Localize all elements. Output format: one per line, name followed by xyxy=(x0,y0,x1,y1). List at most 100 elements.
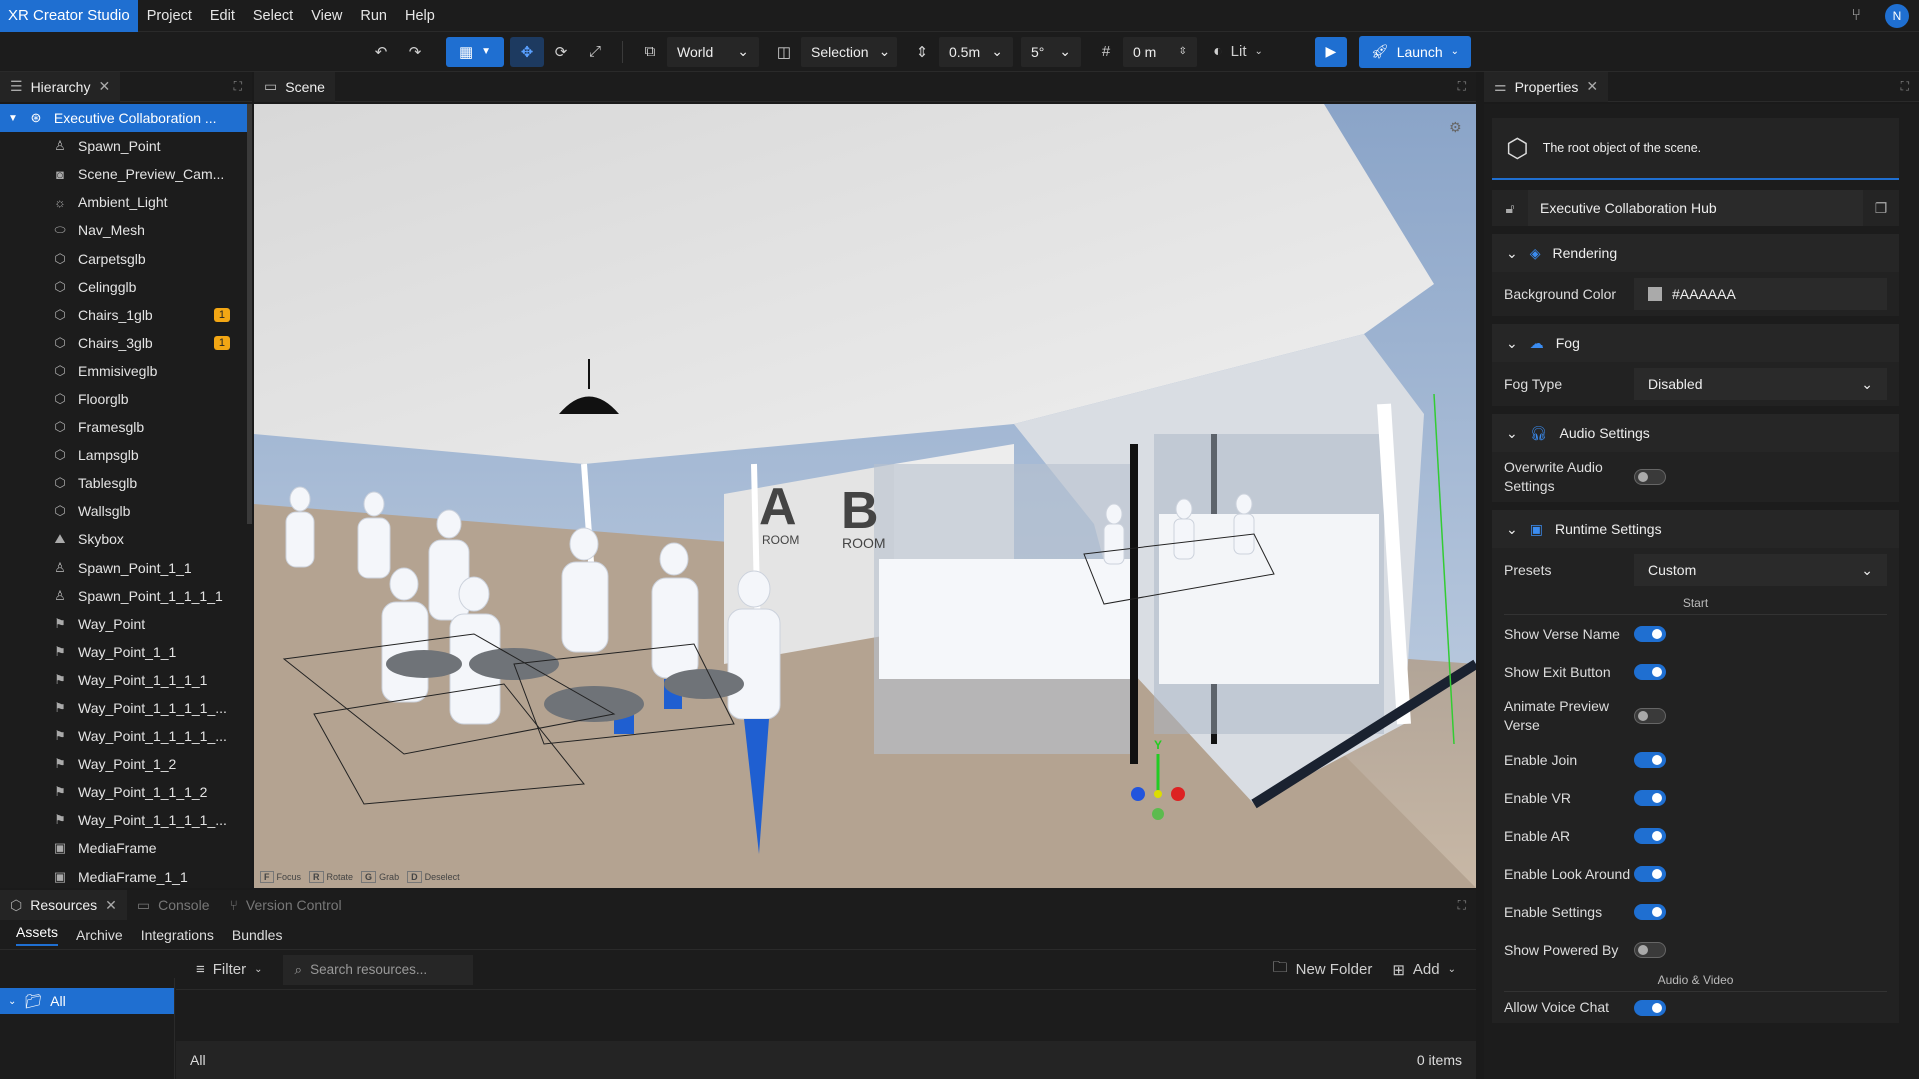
hierarchy-item[interactable]: ⬡ Chairs_3glb 1 xyxy=(0,329,252,357)
maximize-icon[interactable]: ⛶ xyxy=(1458,898,1466,913)
object-name-input[interactable]: Executive Collaboration Hub xyxy=(1528,190,1863,226)
runtime-toggle-switch[interactable] xyxy=(1634,664,1666,680)
new-folder-button[interactable]: 🗀︎ New Folder xyxy=(1273,957,1373,982)
section-fog-header[interactable]: ⌄ ☁ Fog xyxy=(1492,324,1899,362)
hierarchy-item[interactable]: ⬡ Floorglb xyxy=(0,385,252,413)
hierarchy-item[interactable]: ⬡ Tablesglb xyxy=(0,469,252,497)
hierarchy-item[interactable]: ⚑ Way_Point_1_1_1_1_... xyxy=(0,722,252,750)
hierarchy-item[interactable]: ♙ Spawn_Point_1_1 xyxy=(0,554,252,582)
section-rendering-header[interactable]: ⌄ ◈ Rendering xyxy=(1492,234,1899,272)
menu-help[interactable]: Help xyxy=(396,8,444,24)
hierarchy-item[interactable]: ♙ Spawn_Point_1_1_1_1 xyxy=(0,582,252,610)
lock-icon[interactable]: 🔓︎ xyxy=(1492,200,1528,217)
fog-type-select[interactable]: Disabled ⌄ xyxy=(1634,368,1887,400)
folder-all[interactable]: ⌄ 📁︎ All xyxy=(0,988,174,1014)
hierarchy-item[interactable]: ⚑ Way_Point_1_1_1_2 xyxy=(0,778,252,806)
hierarchy-item[interactable]: ♙ Spawn_Point xyxy=(0,132,252,160)
scene-viewport[interactable]: A ROOM B ROOM ⚙ Y F Focus R Rotate G Gra… xyxy=(254,104,1476,888)
hierarchy-item[interactable]: ⬭ Nav_Mesh xyxy=(0,216,252,244)
menu-view[interactable]: View xyxy=(302,8,351,24)
maximize-icon[interactable]: ⛶ xyxy=(1458,79,1466,94)
space-select[interactable]: World ⌄ xyxy=(667,36,759,67)
pivot-select[interactable]: Selection ⌄ xyxy=(801,36,897,67)
lighting-select[interactable]: ◐ Lit ⌄ xyxy=(1213,43,1263,61)
launch-button[interactable]: 🚀︎ Launch ⌄ xyxy=(1358,35,1472,68)
hierarchy-item[interactable]: ⬡ Emmisiveglb xyxy=(0,357,252,385)
runtime-toggle-switch[interactable] xyxy=(1634,790,1666,806)
hierarchy-item[interactable]: ▣ MediaFrame xyxy=(0,834,252,862)
tab-console[interactable]: ▭ Console xyxy=(127,890,220,920)
tab-properties[interactable]: ⚌ Properties ✕ xyxy=(1484,71,1609,102)
snap-distance-select[interactable]: 0.5m ⌄ xyxy=(939,36,1013,67)
tab-resources[interactable]: ⬡ Resources ✕ xyxy=(0,890,127,920)
rotate-icon[interactable]: ⟳ xyxy=(544,37,578,67)
maximize-icon[interactable]: ⛶ xyxy=(234,79,242,94)
runtime-toggle-switch[interactable] xyxy=(1634,942,1666,958)
hierarchy-item[interactable]: ⚑ Way_Point_1_1 xyxy=(0,638,252,666)
overwrite-audio-toggle[interactable] xyxy=(1634,469,1666,485)
warning-badge[interactable]: 1 xyxy=(213,335,230,350)
chevron-down-icon[interactable]: ▼ xyxy=(8,113,18,124)
subtab-archive[interactable]: Archive xyxy=(76,927,123,943)
background-color-picker[interactable]: #AAAAAA xyxy=(1634,278,1887,310)
subtab-integrations[interactable]: Integrations xyxy=(141,927,214,943)
menu-select[interactable]: Select xyxy=(244,8,302,24)
voice-chat-toggle[interactable] xyxy=(1634,999,1666,1016)
search-resources-input[interactable]: ⌕ Search resources... xyxy=(282,954,473,985)
scene-render[interactable]: A ROOM B ROOM ⚙ Y xyxy=(254,104,1476,888)
move-icon[interactable]: ✥ xyxy=(510,36,544,67)
hierarchy-item[interactable]: ⬡ Celingglb xyxy=(0,273,252,301)
tab-hierarchy[interactable]: ☰ Hierarchy ✕ xyxy=(0,71,121,102)
hierarchy-item[interactable]: ⚑ Way_Point xyxy=(0,610,252,638)
runtime-toggle-switch[interactable] xyxy=(1634,828,1666,844)
hierarchy-item[interactable]: ⬡ Framesglb xyxy=(0,413,252,441)
user-avatar[interactable]: N xyxy=(1885,3,1909,28)
warning-badge[interactable]: 1 xyxy=(213,307,230,322)
section-audio-header[interactable]: ⌄ 🎧︎ Audio Settings xyxy=(1492,414,1899,452)
hierarchy-item[interactable]: ☼ Ambient_Light xyxy=(0,188,252,216)
hierarchy-item[interactable]: ⚑ Way_Point_1_1_1_1_... xyxy=(0,806,252,834)
scale-icon[interactable]: ⤢ xyxy=(578,37,612,67)
subtab-bundles[interactable]: Bundles xyxy=(232,927,283,943)
copy-icon[interactable]: ❐ xyxy=(1863,200,1899,217)
branch-icon[interactable]: ⑂ xyxy=(1851,7,1861,25)
hierarchy-item[interactable]: ⬡ Lampsglb xyxy=(0,441,252,469)
app-brand[interactable]: XR Creator Studio xyxy=(0,0,138,32)
hierarchy-item[interactable]: ⚑ Way_Point_1_2 xyxy=(0,750,252,778)
runtime-toggle-switch[interactable] xyxy=(1634,752,1666,768)
runtime-toggle-switch[interactable] xyxy=(1634,626,1666,642)
grid-height-input[interactable]: 0 m ⇳ xyxy=(1123,36,1197,67)
hierarchy-item[interactable]: ⚑ Way_Point_1_1_1_1 xyxy=(0,666,252,694)
viewport-settings-icon[interactable]: ⚙ xyxy=(1449,120,1462,136)
hierarchy-root[interactable]: ▼ ⊛ Executive Collaboration ... xyxy=(0,104,252,133)
close-icon[interactable]: ✕ xyxy=(1586,78,1598,95)
close-icon[interactable]: ✕ xyxy=(98,78,110,95)
play-button[interactable]: ▶ xyxy=(1314,36,1347,67)
section-runtime-header[interactable]: ⌄ ▣ Runtime Settings xyxy=(1492,510,1899,548)
hierarchy-item[interactable]: ⛰ Skybox xyxy=(0,525,252,553)
menu-run[interactable]: Run xyxy=(351,8,396,24)
tab-version-control[interactable]: ⑂ Version Control xyxy=(220,890,352,920)
subtab-assets[interactable]: Assets xyxy=(16,924,59,946)
hierarchy-item[interactable]: ⬡ Wallsglb xyxy=(0,497,252,525)
menu-edit[interactable]: Edit xyxy=(201,8,244,24)
runtime-toggle-switch[interactable] xyxy=(1634,904,1666,920)
close-icon[interactable]: ✕ xyxy=(105,897,117,914)
redo-icon[interactable]: ↷ xyxy=(398,37,432,67)
undo-icon[interactable]: ↶ xyxy=(364,37,398,67)
hierarchy-item[interactable]: ⬡ Carpetsglb xyxy=(0,244,252,272)
hierarchy-item[interactable]: ⚑ Way_Point_1_1_1_1_... xyxy=(0,694,252,722)
tab-scene[interactable]: ▭ Scene xyxy=(254,71,335,102)
hierarchy-scrollbar[interactable] xyxy=(247,104,252,524)
runtime-toggle-switch[interactable] xyxy=(1634,708,1666,724)
maximize-icon[interactable]: ⛶ xyxy=(1901,79,1909,94)
runtime-toggle-switch[interactable] xyxy=(1634,866,1666,882)
hierarchy-item[interactable]: ▣ MediaFrame_1_1 xyxy=(0,863,252,888)
transform-mode-button[interactable]: ▦ ▼ xyxy=(446,36,504,67)
filter-button[interactable]: ≡ Filter ⌄ xyxy=(196,961,263,978)
menu-project[interactable]: Project xyxy=(138,8,201,24)
snap-angle-select[interactable]: 5° ⌄ xyxy=(1021,36,1081,67)
add-button[interactable]: ⊞ Add ⌄ xyxy=(1392,961,1456,979)
hierarchy-item[interactable]: ⬡ Chairs_1glb 1 xyxy=(0,301,252,329)
presets-select[interactable]: Custom ⌄ xyxy=(1634,554,1887,586)
